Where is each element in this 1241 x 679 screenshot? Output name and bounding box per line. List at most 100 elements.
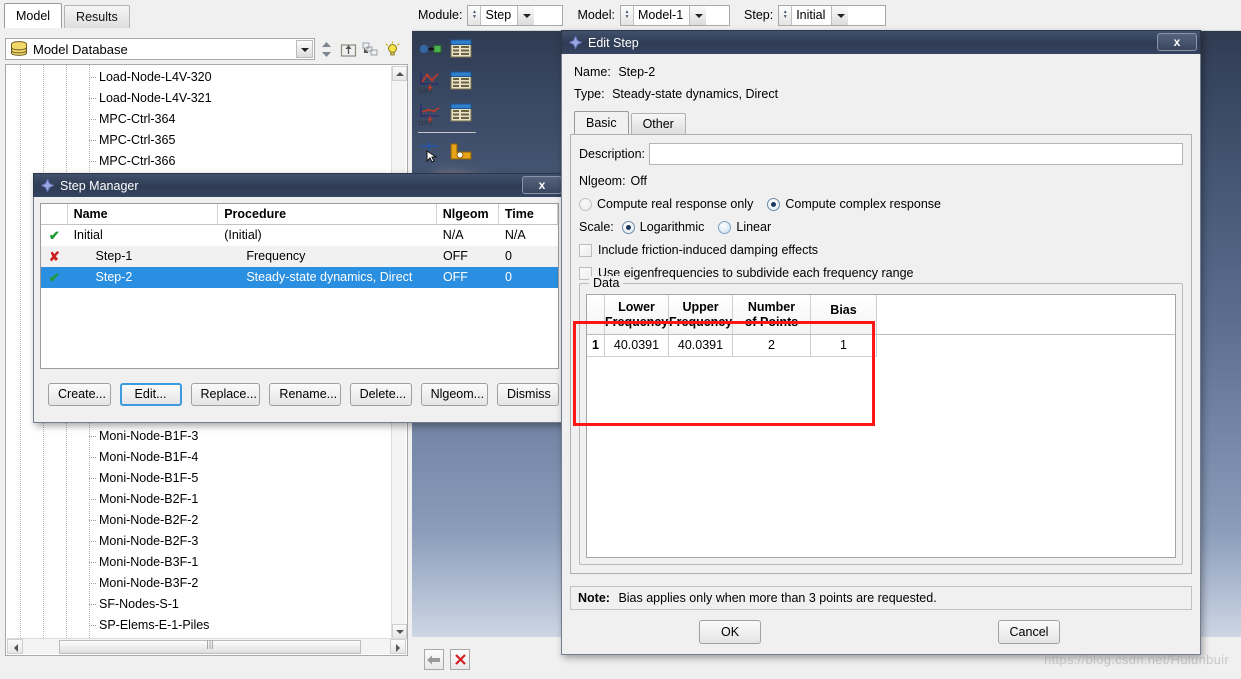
create-history-output-icon[interactable]: 110*0 — [418, 100, 444, 127]
tab-model[interactable]: Model — [4, 3, 63, 28]
row-index-cell[interactable]: 1 — [587, 335, 605, 357]
module-combo[interactable]: ▲ ▼ Step — [467, 4, 564, 26]
back-arrow-icon[interactable] — [424, 649, 444, 670]
sort-icon[interactable] — [315, 38, 337, 60]
edit-step-close-button[interactable]: x — [1157, 33, 1197, 51]
scroll-down-icon[interactable] — [392, 624, 407, 639]
step-manager-titlebar[interactable]: Step Manager x — [33, 173, 566, 197]
edit-button[interactable]: Edit... — [119, 383, 182, 406]
upper-frequency-cell[interactable]: 40.0391 — [669, 335, 733, 357]
tree-item[interactable]: Moni-Node-B3F-2 — [89, 573, 198, 594]
radio-logarithmic-label: Logarithmic — [639, 220, 705, 234]
toolbar-row-4 — [418, 138, 480, 164]
model-spinner[interactable]: ▲ ▼ — [621, 5, 635, 25]
tree-item[interactable]: Moni-Node-B1F-3 — [89, 426, 198, 447]
create-output-request-icon[interactable]: 110*0 — [418, 68, 444, 95]
tree-item[interactable]: SF-Nodes-S-1 — [89, 594, 179, 615]
dt-col-upper-frequency: Upper Frequency — [669, 295, 733, 334]
tree-item[interactable]: Moni-Node-B3F-1 — [89, 552, 198, 573]
model-chevron-down-icon[interactable] — [689, 5, 707, 25]
radio-real-response-label: Compute real response only — [597, 197, 754, 211]
step-module-toolbar: 110*0 110*0 — [418, 36, 480, 170]
tree-item[interactable]: MPC-Ctrl-365 — [89, 130, 175, 151]
frequency-table-rows: 1 40.0391 40.0391 2 1 — [587, 335, 1175, 357]
radio-linear[interactable] — [718, 220, 732, 234]
note-prefix: Note: — [578, 591, 610, 605]
data-group-label: Data — [589, 276, 624, 290]
lower-frequency-cell[interactable]: 40.0391 — [605, 335, 669, 357]
check-icon[interactable]: ✔ — [41, 267, 68, 288]
rename-button[interactable]: Rename... — [269, 383, 341, 406]
module-chevron-down-icon[interactable] — [517, 5, 535, 25]
nlgeom-button[interactable]: Nlgeom... — [420, 383, 488, 406]
table-row[interactable]: ✔ Step-2 Steady-state dynamics, Direct OFF 0 — [41, 267, 558, 288]
tree-item[interactable]: Moni-Node-B2F-2 — [89, 510, 198, 531]
nlgeom-label: Nlgeom: — [579, 174, 626, 188]
history-output-manager-icon[interactable] — [448, 100, 474, 126]
radio-logarithmic[interactable] — [621, 220, 635, 234]
dismiss-button[interactable]: Dismiss — [497, 383, 559, 406]
create-button[interactable]: Create... — [48, 383, 111, 406]
tree-item[interactable]: Moni-Node-B2F-1 — [89, 489, 198, 510]
checkbox-friction-damping[interactable] — [579, 243, 592, 257]
radio-complex-response[interactable] — [767, 197, 781, 211]
checkbox-friction-damping-label: Include friction-induced damping effects — [598, 243, 819, 257]
create-step-icon[interactable] — [418, 36, 444, 62]
tab-other[interactable]: Other — [630, 113, 686, 134]
cross-icon[interactable]: ✘ — [41, 246, 68, 267]
hierarchy-icon[interactable] — [359, 38, 381, 60]
tree-item[interactable]: Moni-Node-B2F-3 — [89, 531, 198, 552]
step-chevron-down-icon[interactable] — [831, 5, 849, 25]
model-database-chevron-down-icon[interactable] — [296, 40, 313, 58]
description-input[interactable] — [649, 143, 1183, 165]
horizontal-scroll-thumb[interactable] — [59, 639, 361, 654]
create-load-case-icon[interactable] — [448, 138, 474, 164]
step-manager-close-button[interactable]: x — [522, 176, 562, 194]
tree-item[interactable]: Moni-Node-B1F-4 — [89, 447, 198, 468]
field-output-manager-icon[interactable] — [448, 68, 474, 94]
tab-basic[interactable]: Basic — [574, 111, 629, 134]
basic-tab-panel: Description: Nlgeom: Off Compute real re… — [570, 134, 1192, 574]
up-one-level-icon[interactable] — [337, 38, 359, 60]
abaqus-diamond-icon — [41, 179, 54, 192]
step-procedure-cell: Frequency — [246, 249, 306, 263]
tree-item[interactable]: MPC-Ctrl-366 — [89, 151, 175, 172]
tree-item[interactable]: SP-Elems-E-1-Piles — [89, 615, 209, 636]
cancel-button[interactable]: Cancel — [998, 620, 1060, 644]
tree-item[interactable]: Load-Node-L4V-321 — [89, 88, 212, 109]
create-adaptive-mesh-icon[interactable] — [418, 138, 444, 164]
step-spinner[interactable]: ▲ ▼ — [779, 5, 793, 25]
tree-horizontal-scrollbar[interactable] — [7, 638, 406, 654]
step-nlgeom-cell: N/A — [442, 228, 464, 242]
bias-cell[interactable]: 1 — [811, 335, 877, 357]
tree-item[interactable]: Moni-Node-B1F-5 — [89, 468, 198, 489]
edit-step-tabs: Basic Other — [574, 110, 1194, 134]
tree-item[interactable]: Load-Node-L4V-320 — [89, 67, 212, 88]
bulb-icon[interactable] — [381, 38, 403, 60]
ok-button[interactable]: OK — [699, 620, 761, 644]
step-manager-icon[interactable] — [448, 36, 474, 62]
tree-item[interactable]: MPC-Ctrl-364 — [89, 109, 175, 130]
toolbar-row-3: 110*0 — [418, 100, 480, 127]
check-icon[interactable]: ✔ — [41, 225, 68, 246]
replace-button[interactable]: Replace... — [190, 383, 261, 406]
table-row[interactable]: 1 40.0391 40.0391 2 1 — [587, 335, 1175, 357]
col-name: Name — [68, 204, 219, 224]
red-x-icon[interactable] — [450, 649, 470, 670]
scroll-right-icon[interactable] — [390, 639, 406, 654]
table-row[interactable]: ✘ Step-1 Frequency OFF 0 — [41, 246, 558, 267]
table-row[interactable]: ✔ Initial (Initial) N/A N/A — [41, 225, 558, 246]
tab-results[interactable]: Results — [64, 5, 130, 28]
scroll-left-icon[interactable] — [7, 639, 23, 654]
scroll-up-icon[interactable] — [392, 66, 407, 81]
delete-button[interactable]: Delete... — [349, 383, 412, 406]
edit-step-titlebar[interactable]: Edit Step x — [561, 30, 1201, 54]
radio-real-response[interactable] — [579, 197, 592, 211]
number-of-points-cell[interactable]: 2 — [733, 335, 811, 357]
model-combo[interactable]: ▲ ▼ Model-1 — [620, 4, 731, 26]
module-spinner[interactable]: ▲ ▼ — [468, 5, 482, 25]
model-database-combo[interactable]: Model Database — [5, 38, 315, 60]
step-name-cell: Initial — [73, 228, 103, 242]
step-combo[interactable]: ▲ ▼ Initial — [778, 4, 887, 26]
note-bar: Note: Bias applies only when more than 3… — [570, 586, 1192, 610]
